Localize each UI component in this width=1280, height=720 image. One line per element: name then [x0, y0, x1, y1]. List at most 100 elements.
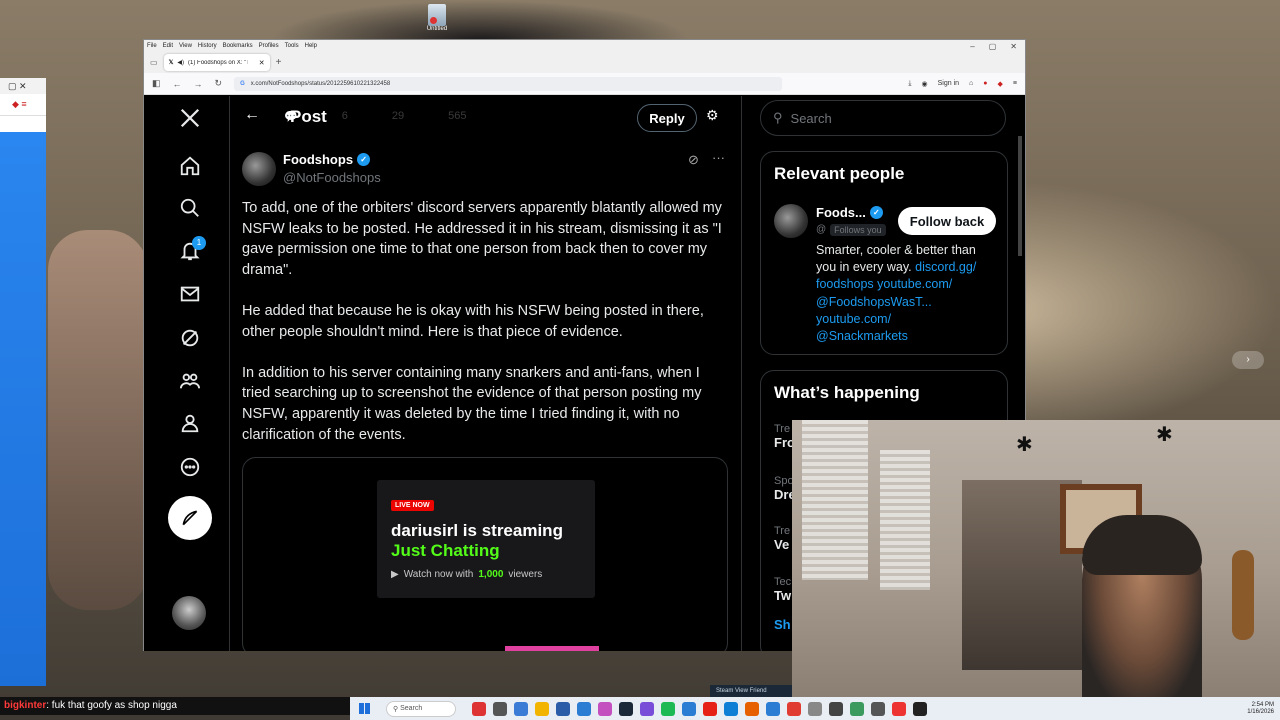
bio-link[interactable]: foodshops	[816, 277, 874, 291]
tab-active[interactable]: 𝕏 ◀) (1) Foodshops on X: "To add... ✕	[163, 54, 270, 71]
bio-link[interactable]: @FoodshopsWasT...	[816, 295, 932, 309]
menu-bookmarks[interactable]: Bookmarks	[223, 43, 253, 49]
app-icon[interactable]	[766, 701, 780, 716]
desktop-file-icon[interactable]: Untitled	[424, 4, 450, 32]
signin-label[interactable]: Sign in	[938, 80, 959, 87]
app-icon[interactable]	[787, 701, 801, 716]
new-tab-icon[interactable]: +	[276, 57, 282, 68]
author-name[interactable]: Foodshops	[283, 152, 353, 167]
x-logo-icon[interactable]	[176, 104, 204, 132]
page-scrollbar[interactable]	[1018, 136, 1022, 256]
back-arrow-icon[interactable]: ←	[244, 106, 260, 124]
app-icon[interactable]	[892, 701, 906, 716]
menu-edit[interactable]: Edit	[163, 43, 173, 49]
relevant-people-panel: Relevant people Foods... ✓ @ Follows you…	[760, 151, 1008, 355]
app-icon[interactable]	[913, 701, 927, 716]
addon-red-icon[interactable]: ●	[983, 80, 987, 87]
more-icon[interactable]	[176, 453, 204, 481]
edge-icon[interactable]	[724, 701, 738, 716]
show-more-link[interactable]: Sh	[774, 617, 791, 632]
app-icon[interactable]	[682, 701, 696, 716]
reload-icon[interactable]: ↻	[215, 78, 223, 89]
search-icon[interactable]	[176, 194, 204, 222]
account-avatar[interactable]	[172, 596, 206, 630]
extension-icon[interactable]: ⌂	[969, 80, 973, 87]
compose-post-button[interactable]	[168, 496, 212, 540]
spotify-icon[interactable]	[661, 701, 675, 716]
app-icon[interactable]	[640, 701, 654, 716]
app-icon[interactable]	[871, 701, 885, 716]
tab-close-icon[interactable]: ✕	[259, 59, 265, 67]
bio-link[interactable]: youtube.com/	[877, 277, 952, 291]
tweet-media[interactable]: LIVE NOW dariusirl is streaming Just Cha…	[242, 457, 728, 651]
system-clock[interactable]: 2:54 PM 1/16/2026	[1247, 702, 1280, 716]
firefox-icon[interactable]	[745, 701, 759, 716]
steam-icon[interactable]	[619, 701, 633, 716]
play-icon: ▶	[391, 569, 399, 580]
home-icon[interactable]	[176, 152, 204, 180]
account-icon[interactable]: ◉	[922, 80, 928, 88]
forward-icon[interactable]: →	[194, 79, 203, 89]
author-avatar[interactable]	[242, 152, 276, 186]
menu-tools[interactable]: Tools	[285, 43, 299, 49]
communities-icon[interactable]	[176, 367, 204, 395]
trend-row[interactable]: Tec Tw	[774, 576, 791, 603]
youtube-icon[interactable]	[703, 701, 717, 716]
app-icon[interactable]	[472, 701, 486, 716]
menu-help[interactable]: Help	[305, 43, 317, 49]
menu-file[interactable]: File	[147, 43, 157, 49]
relevant-person-name-row[interactable]: Foods... ✓	[816, 205, 883, 220]
app-icon[interactable]	[514, 701, 528, 716]
file-explorer-icon[interactable]	[535, 701, 549, 716]
tab-overview-icon[interactable]: ▭	[150, 58, 158, 67]
relevant-person-handle[interactable]: @	[816, 224, 826, 236]
relevant-person-avatar[interactable]	[774, 204, 808, 238]
reply-button[interactable]: Reply	[637, 104, 697, 132]
close-icon[interactable]: ✕	[1010, 42, 1017, 51]
maximize-icon[interactable]: ▢	[989, 42, 997, 51]
app-icon[interactable]	[829, 701, 843, 716]
trend-row[interactable]: Tre Ve	[774, 525, 790, 552]
bio-link[interactable]: @Snackmarkets	[816, 329, 908, 343]
address-bar[interactable]: G x.com/NotFoodshops/status/201225961022…	[234, 76, 783, 91]
relevant-person-name[interactable]: Foods...	[816, 205, 866, 220]
settings-sliders-icon[interactable]: ⚙	[706, 107, 719, 124]
menu-profiles[interactable]: Profiles	[259, 43, 279, 49]
more-options-icon[interactable]: ···	[712, 150, 725, 165]
follow-back-button[interactable]: Follow back	[898, 207, 996, 235]
back-icon[interactable]: ←	[173, 79, 182, 89]
search-input[interactable]: ⚲ Search	[760, 100, 1006, 136]
background-window[interactable]: ▢ ✕ ◆ ≡	[0, 78, 46, 686]
watch-row[interactable]: ▶ Watch now with 1,000 viewers	[391, 569, 581, 580]
task-view-icon[interactable]	[493, 701, 507, 716]
author-name-row[interactable]: Foodshops ✓	[283, 152, 371, 167]
speaker-icon[interactable]: ◀)	[177, 59, 184, 66]
whats-happening-title: What’s happening	[774, 383, 920, 402]
steam-mini-window[interactable]: Steam View Friend	[710, 685, 792, 697]
bio-link[interactable]: discord.gg/	[915, 260, 976, 274]
grok-explain-icon[interactable]: ⊘	[688, 152, 699, 168]
next-arrow-icon[interactable]: ›	[1232, 351, 1264, 369]
menu-view[interactable]: View	[179, 43, 192, 49]
profile-icon[interactable]	[176, 409, 204, 437]
sidebar-toggle-icon[interactable]: ◧	[152, 78, 161, 89]
settings-icon[interactable]	[808, 701, 822, 716]
author-handle[interactable]: @NotFoodshops	[283, 170, 381, 185]
menu-history[interactable]: History	[198, 43, 217, 49]
app-menu-icon[interactable]: ≡	[1013, 80, 1017, 87]
minimize-icon[interactable]: –	[970, 42, 974, 51]
spider-decoration-icon: ✱	[1156, 424, 1173, 446]
clock-time: 2:54 PM	[1251, 701, 1274, 708]
downloads-icon[interactable]: ⤓	[908, 80, 911, 88]
windows-start-icon[interactable]	[359, 703, 370, 714]
addon-icon[interactable]: ◆	[998, 80, 1003, 88]
stream-card[interactable]: LIVE NOW dariusirl is streaming Just Cha…	[377, 480, 595, 598]
messages-mail-icon[interactable]	[176, 280, 204, 308]
app-icon[interactable]	[598, 701, 612, 716]
app-icon[interactable]	[850, 701, 864, 716]
taskbar-search[interactable]: ⚲ Search	[386, 700, 456, 717]
bio-link[interactable]: youtube.com/	[816, 312, 891, 326]
grok-icon[interactable]	[176, 324, 204, 352]
app-icon[interactable]	[556, 701, 570, 716]
app-icon[interactable]	[577, 701, 591, 716]
